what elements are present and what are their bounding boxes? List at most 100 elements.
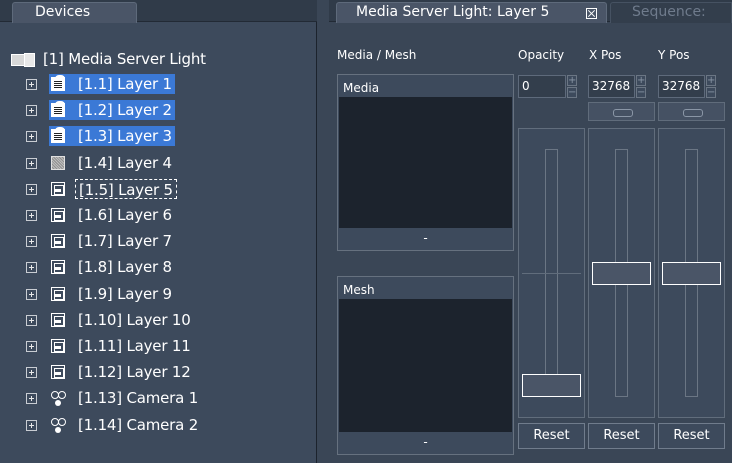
image-layer-icon	[51, 312, 65, 327]
y-pos-link-button[interactable]	[658, 102, 725, 121]
tree-item-label: [1.5] Layer 5	[75, 178, 177, 199]
tree-item[interactable]: [1.6] Layer 6	[0, 203, 317, 227]
lock-icon	[51, 127, 65, 144]
camera-icon	[51, 391, 66, 405]
opacity-stepper[interactable]: + −	[567, 75, 577, 98]
devices-tab-bar: Devices	[0, 0, 317, 23]
opacity-slider[interactable]	[518, 128, 585, 418]
tree-item[interactable]: [1.5] Layer 5	[0, 177, 317, 201]
x-pos-reset-button[interactable]: Reset	[588, 423, 655, 449]
tab-layer-5[interactable]: Media Server Light: Layer 5	[336, 2, 607, 23]
x-pos-link-button[interactable]	[588, 102, 655, 121]
tree-item[interactable]: [1.13] Camera 1	[0, 386, 317, 410]
expand-plus-icon[interactable]	[26, 210, 37, 221]
device-root-label: [1] Media Server Light	[43, 50, 206, 68]
y-pos-header: Y Pos	[658, 48, 690, 62]
device-root-item[interactable]: [1] Media Server Light	[10, 48, 206, 70]
tree-item[interactable]: [1.9] Layer 9	[0, 282, 317, 306]
expand-plus-icon[interactable]	[26, 79, 37, 90]
mesh-preview[interactable]	[339, 299, 512, 432]
device-server-icon	[10, 51, 36, 67]
tree-item-label: [1.10] Layer 10	[78, 310, 191, 329]
image-layer-icon	[51, 181, 65, 196]
opacity-slider-thumb[interactable]	[522, 374, 581, 397]
image-layer-icon	[51, 339, 65, 353]
opacity-reset-button[interactable]: Reset	[518, 423, 585, 449]
tree-item[interactable]: [1.10] Layer 10	[0, 308, 317, 332]
media-slot-value: -	[423, 231, 428, 245]
x-pos-slider[interactable]	[588, 128, 655, 418]
tree-item-label: [1.11] Layer 11	[78, 337, 191, 355]
expand-plus-icon[interactable]	[26, 393, 37, 405]
opacity-slider-tick	[522, 273, 581, 274]
mesh-slot[interactable]: Mesh -	[337, 276, 514, 455]
media-preview[interactable]	[339, 97, 512, 228]
tree-item-label: [1.12] Layer 12	[78, 363, 191, 382]
lock-icon	[51, 75, 65, 91]
tree-item-label: [1.14] Camera 2	[78, 415, 199, 434]
y-pos-slider[interactable]	[658, 128, 725, 418]
opacity-increment-button[interactable]: +	[567, 75, 577, 86]
y-pos-field[interactable]: 32768	[658, 75, 705, 98]
expand-plus-icon[interactable]	[26, 105, 37, 117]
mesh-slot-value: -	[423, 435, 428, 449]
expand-plus-icon[interactable]	[26, 157, 37, 169]
opacity-field[interactable]: 0	[518, 75, 566, 98]
tree-item[interactable]: [1.8] Layer 8	[0, 255, 317, 279]
tree-item-label: [1.7] Layer 7	[78, 232, 172, 251]
tree-item-label: [1.3] Layer 3	[78, 127, 172, 146]
tree-item[interactable]: [1.14] Camera 2	[0, 413, 317, 437]
x-pos-field[interactable]: 32768	[588, 75, 635, 98]
layer-tab-bar: Media Server Light: Layer 5 Sequence:	[329, 0, 732, 23]
y-pos-slider-thumb[interactable]	[662, 261, 721, 285]
image-layer-icon	[51, 286, 65, 301]
expand-plus-icon[interactable]	[26, 419, 37, 431]
grey-layer-icon	[51, 155, 65, 170]
x-pos-decrement-button[interactable]: −	[636, 87, 646, 98]
expand-plus-icon[interactable]	[26, 131, 37, 143]
y-pos-reset-button[interactable]: Reset	[658, 423, 725, 449]
close-tab-icon[interactable]	[586, 8, 597, 19]
expand-plus-icon[interactable]	[26, 288, 37, 300]
opacity-header: Opacity	[518, 48, 565, 62]
x-pos-slider-thumb[interactable]	[592, 261, 651, 285]
media-slot-title: Media	[343, 81, 380, 95]
image-layer-icon	[51, 234, 65, 249]
camera-icon	[51, 417, 66, 432]
tree-item-label: [1.2] Layer 2	[78, 101, 172, 120]
x-pos-increment-button[interactable]: +	[636, 75, 646, 86]
media-slot[interactable]: Media -	[337, 74, 514, 251]
tree-item-label: [1.9] Layer 9	[78, 284, 172, 303]
expand-plus-icon[interactable]	[26, 341, 37, 352]
image-layer-icon	[51, 260, 65, 275]
devices-panel: Devices [1] Media Server Light [1.1] Lay…	[0, 0, 317, 463]
tab-devices[interactable]: Devices	[12, 2, 137, 23]
layer-panel: Media Server Light: Layer 5 Sequence: Me…	[329, 0, 732, 463]
tab-sequence[interactable]: Sequence:	[610, 2, 732, 23]
image-layer-icon	[51, 365, 65, 380]
tree-item[interactable]: [1.3] Layer 3	[0, 124, 317, 148]
expand-plus-icon[interactable]	[26, 236, 37, 248]
layer-tab-label: Media Server Light: Layer 5	[356, 4, 550, 20]
expand-plus-icon[interactable]	[26, 183, 37, 195]
lock-icon	[51, 101, 65, 118]
expand-plus-icon[interactable]	[26, 367, 37, 379]
media-mesh-header: Media / Mesh	[337, 48, 417, 62]
y-pos-increment-button[interactable]: +	[706, 75, 716, 86]
opacity-decrement-button[interactable]: −	[567, 87, 577, 98]
image-layer-icon	[51, 208, 65, 222]
tree-item[interactable]: [1.11] Layer 11	[0, 334, 317, 358]
tree-item[interactable]: [1.1] Layer 1	[0, 72, 317, 96]
y-pos-stepper[interactable]: + −	[706, 75, 716, 98]
x-pos-stepper[interactable]: + −	[636, 75, 646, 98]
tree-item-label: [1.6] Layer 6	[78, 206, 172, 224]
expand-plus-icon[interactable]	[26, 314, 37, 326]
tree-item[interactable]: [1.2] Layer 2	[0, 98, 317, 122]
tree-item-label: [1.8] Layer 8	[78, 258, 172, 277]
tree-item[interactable]: [1.4] Layer 4	[0, 151, 317, 175]
expand-plus-icon[interactable]	[26, 262, 37, 274]
tree-item[interactable]: [1.12] Layer 12	[0, 360, 317, 384]
tree-item[interactable]: [1.7] Layer 7	[0, 229, 317, 253]
y-pos-decrement-button[interactable]: −	[706, 87, 716, 98]
tree-item-label: [1.1] Layer 1	[78, 75, 172, 93]
